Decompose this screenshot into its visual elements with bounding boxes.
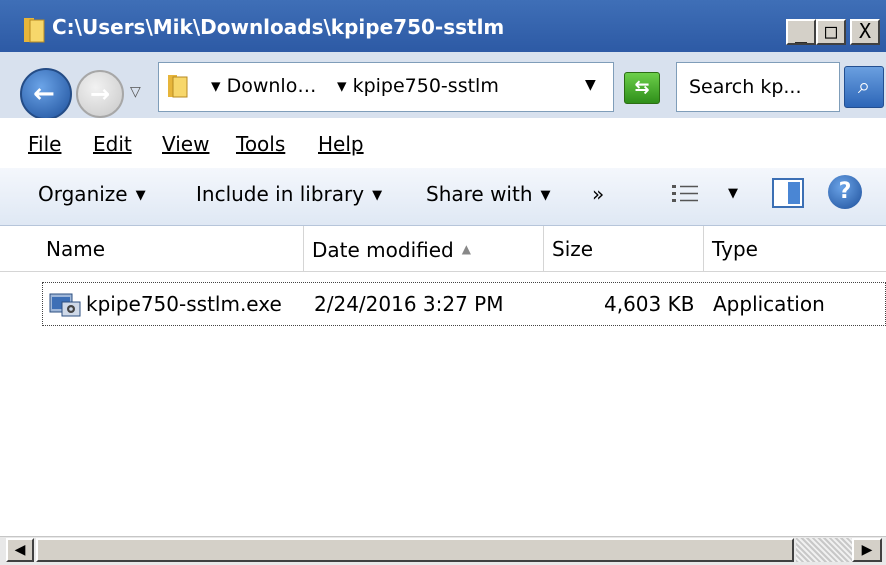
search-input[interactable]: Search kp... (676, 62, 840, 112)
help-icon[interactable]: ? (828, 175, 862, 209)
menu-bar (0, 118, 886, 168)
back-button[interactable]: ← (20, 68, 72, 120)
file-size: 4,603 KB (604, 292, 695, 316)
breadcrumb-downloads[interactable]: ▾ Downlo… (211, 75, 316, 97)
forward-arrow-icon: → (90, 80, 111, 108)
scroll-right-icon[interactable]: ▶ (852, 538, 882, 562)
window-title: C:\Users\Mik\Downloads\kpipe750-sstlm (52, 15, 505, 39)
file-name: kpipe750-sstlm.exe (86, 292, 282, 316)
forward-button[interactable]: → (76, 70, 124, 118)
search-placeholder: Search kp... (689, 76, 802, 98)
scroll-left-icon[interactable]: ◀ (6, 538, 34, 562)
column-name[interactable]: Name (38, 226, 304, 272)
scroll-thumb[interactable] (36, 538, 794, 562)
exe-file-icon (49, 293, 81, 317)
maximize-button[interactable]: □ (816, 19, 846, 45)
folder-icon (24, 18, 45, 43)
minimize-button[interactable]: _ (786, 19, 816, 45)
address-dropdown-icon[interactable]: ▼ (585, 77, 596, 93)
organize-button[interactable]: Organize ▼ (38, 182, 146, 206)
preview-pane-icon[interactable] (772, 178, 804, 208)
menu-edit[interactable]: Edit (93, 132, 132, 156)
folder-icon (168, 75, 188, 98)
menu-view[interactable]: View (162, 132, 209, 156)
column-type[interactable]: Type (704, 226, 886, 272)
menu-file[interactable]: File (28, 132, 61, 156)
column-size[interactable]: Size (544, 226, 704, 272)
sort-ascending-icon: ▲ (461, 242, 471, 256)
history-dropdown-icon[interactable]: ▽ (130, 84, 141, 100)
close-button[interactable]: X (850, 19, 880, 45)
breadcrumb-current[interactable]: ▾ kpipe750-sstlm (337, 75, 499, 97)
more-commands-button[interactable]: » (592, 182, 604, 206)
view-list-icon[interactable] (670, 182, 700, 206)
search-icon[interactable]: ⌕ (844, 66, 884, 108)
title-bar: C:\Users\Mik\Downloads\kpipe750-sstlm (0, 0, 886, 52)
scroll-track[interactable] (796, 538, 852, 562)
view-dropdown-icon[interactable]: ▼ (728, 186, 738, 201)
menu-help[interactable]: Help (318, 132, 364, 156)
address-bar[interactable]: ▾ Downlo… ▾ kpipe750-sstlm ▼ (158, 62, 614, 112)
menu-tools[interactable]: Tools (236, 132, 285, 156)
column-date-modified[interactable]: Date modified ▲ (304, 226, 544, 272)
share-with-button[interactable]: Share with ▼ (426, 182, 551, 206)
include-in-library-button[interactable]: Include in library ▼ (196, 182, 382, 206)
refresh-icon[interactable]: ⇆ (624, 72, 660, 104)
file-type: Application (713, 292, 825, 316)
back-arrow-icon: ← (33, 79, 55, 109)
file-date: 2/24/2016 3:27 PM (314, 292, 504, 316)
